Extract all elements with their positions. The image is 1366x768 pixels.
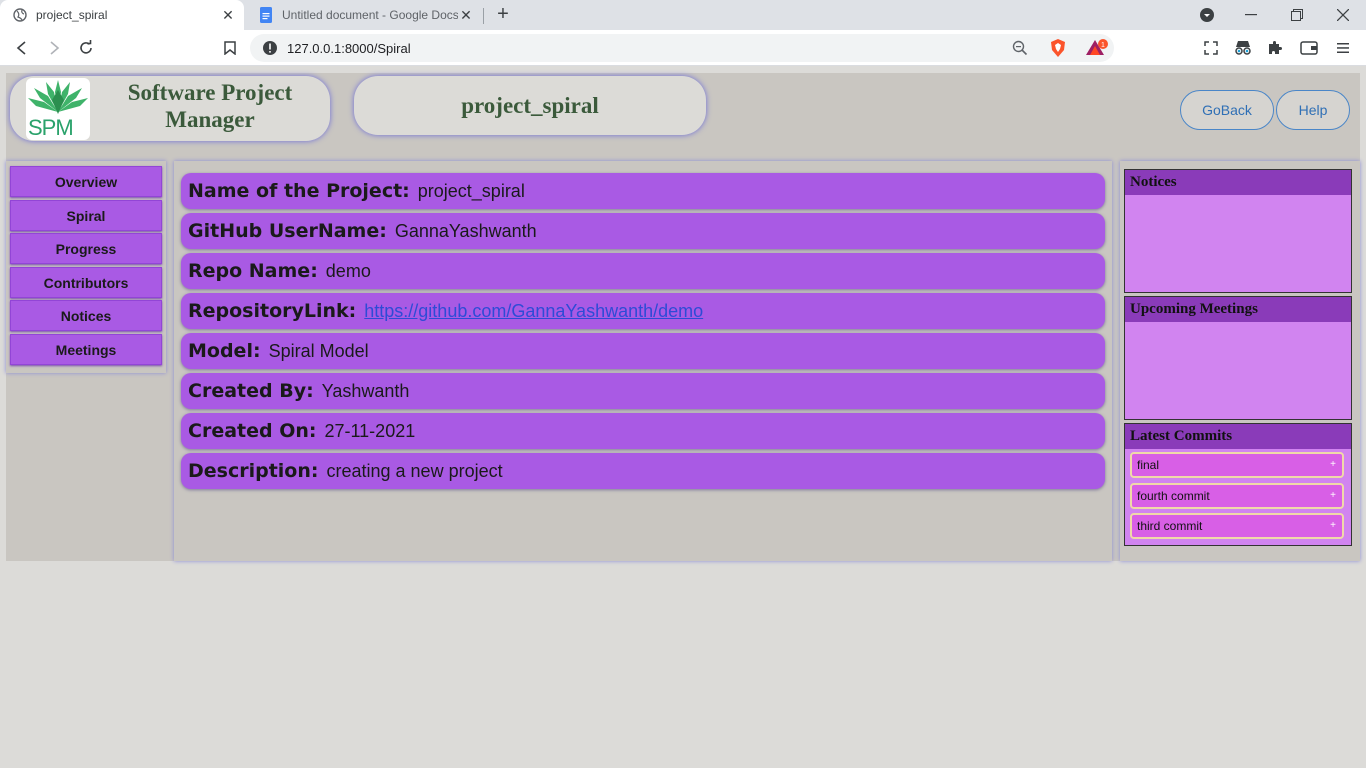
- notices-panel: Notices: [1124, 169, 1352, 293]
- browser-toolbar: 127.0.0.1:8000/Spiral 1: [0, 30, 1366, 66]
- detail-value: Spiral Model: [268, 340, 369, 361]
- goback-button[interactable]: GoBack: [1180, 90, 1274, 130]
- detail-value: GannaYashwanth: [394, 220, 537, 241]
- detail-label: RepositoryLink:: [188, 300, 357, 322]
- browser-tab-active[interactable]: project_spiral ✕: [0, 0, 244, 30]
- meetings-panel: Upcoming Meetings: [1124, 296, 1352, 420]
- app-title-line1: Software Project: [127, 80, 293, 105]
- commit-item[interactable]: fourth commit +: [1130, 483, 1344, 509]
- detail-value: project_spiral: [417, 180, 525, 201]
- close-window-button[interactable]: [1320, 0, 1366, 30]
- commit-message: fourth commit: [1137, 489, 1210, 503]
- detail-label: Model:: [188, 340, 261, 362]
- sidebar-item-spiral[interactable]: Spiral: [10, 200, 162, 231]
- reload-button[interactable]: [76, 38, 96, 58]
- commit-item[interactable]: final +: [1130, 452, 1344, 478]
- right-column: Notices Upcoming Meetings Latest Commits…: [1120, 161, 1360, 561]
- logo-text: SPM: [28, 115, 74, 140]
- repository-link[interactable]: https://github.com/GannaYashwanth/demo: [364, 301, 703, 322]
- detail-row-repository-link: RepositoryLink: https://github.com/Ganna…: [181, 293, 1105, 329]
- detail-row-github-username: GitHub UserName: GannaYashwanth: [181, 213, 1105, 249]
- bookmark-icon: [224, 41, 236, 55]
- commit-message: final: [1137, 458, 1160, 472]
- tab-title: Untitled document - Google Docs: [282, 8, 458, 22]
- rewards-badge-count: 1: [1101, 42, 1105, 49]
- incognito-extension-icon[interactable]: [1234, 39, 1252, 57]
- zoom-out-icon[interactable]: [1012, 40, 1028, 61]
- close-icon[interactable]: ✕: [220, 7, 236, 23]
- sidebar-item-meetings[interactable]: Meetings: [10, 334, 162, 365]
- app-title: Software Project Manager: [100, 79, 320, 133]
- brave-shield-icon[interactable]: [1050, 39, 1066, 62]
- sidebar: Overview Spiral Progress Contributors No…: [6, 161, 166, 373]
- back-icon: [16, 41, 26, 55]
- detail-value: demo: [325, 260, 371, 281]
- info-icon[interactable]: [262, 40, 278, 56]
- back-button[interactable]: [12, 38, 32, 58]
- detail-row-created-by: Created By: Yashwanth: [181, 373, 1105, 409]
- expand-icon[interactable]: +: [1330, 459, 1336, 470]
- detail-value: 27-11-2021: [324, 420, 416, 441]
- close-icon[interactable]: ✕: [458, 7, 474, 23]
- sidebar-item-contributors[interactable]: Contributors: [10, 267, 162, 298]
- project-name-header: project_spiral: [354, 76, 706, 135]
- commit-item[interactable]: third commit +: [1130, 513, 1344, 539]
- detail-label: Name of the Project:: [188, 180, 410, 202]
- sidebar-item-notices[interactable]: Notices: [10, 300, 162, 331]
- chevron-down-icon: [1200, 8, 1214, 22]
- detail-value: Yashwanth: [321, 380, 410, 401]
- detail-row-repo-name: Repo Name: demo: [181, 253, 1105, 289]
- notices-title: Notices: [1125, 170, 1351, 195]
- url-text[interactable]: 127.0.0.1:8000/Spiral: [287, 41, 411, 56]
- detail-label: Description:: [188, 460, 319, 482]
- detail-row-created-on: Created On: 27-11-2021: [181, 413, 1105, 449]
- commit-message: third commit: [1137, 519, 1203, 533]
- menu-icon[interactable]: [1334, 39, 1352, 57]
- new-tab-button[interactable]: +: [494, 4, 512, 24]
- lotus-logo-icon: [28, 80, 88, 114]
- page-viewport: SPM Software Project Manager project_spi…: [0, 67, 1366, 768]
- sidebar-item-progress[interactable]: Progress: [10, 233, 162, 264]
- tab-separator: [483, 8, 484, 24]
- expand-icon[interactable]: +: [1330, 490, 1336, 501]
- brave-rewards-icon[interactable]: 1: [1086, 39, 1110, 62]
- app-title-line2: Manager: [165, 107, 255, 132]
- tab-search-button[interactable]: [1184, 0, 1230, 30]
- browser-tab-docs[interactable]: Untitled document - Google Docs ✕: [246, 0, 482, 30]
- fullscreen-icon[interactable]: [1202, 39, 1220, 57]
- sidebar-item-overview[interactable]: Overview: [10, 166, 162, 197]
- help-button[interactable]: Help: [1276, 90, 1350, 130]
- detail-row-description: Description: creating a new project: [181, 453, 1105, 489]
- detail-label: Created On:: [188, 420, 317, 442]
- bookmark-button[interactable]: [220, 38, 240, 58]
- forward-button[interactable]: [44, 38, 64, 58]
- detail-label: GitHub UserName:: [188, 220, 387, 242]
- spm-logo: SPM: [26, 78, 90, 140]
- forward-icon: [50, 41, 60, 55]
- globe-icon: [12, 7, 28, 23]
- app-header-logo: SPM Software Project Manager: [10, 76, 330, 141]
- commits-panel: Latest Commits final + fourth commit + t…: [1124, 423, 1352, 546]
- wallet-icon[interactable]: [1300, 39, 1318, 57]
- detail-value: creating a new project: [326, 460, 503, 481]
- meetings-title: Upcoming Meetings: [1125, 297, 1351, 322]
- detail-row-project-name: Name of the Project: project_spiral: [181, 173, 1105, 209]
- browser-tabstrip: project_spiral ✕ Untitled document - Goo…: [0, 0, 1366, 30]
- detail-row-model: Model: Spiral Model: [181, 333, 1105, 369]
- restore-button[interactable]: [1274, 0, 1320, 30]
- app-container: SPM Software Project Manager project_spi…: [6, 73, 1360, 561]
- commits-title: Latest Commits: [1125, 424, 1351, 449]
- project-details: Name of the Project: project_spiral GitH…: [174, 161, 1112, 561]
- tab-title: project_spiral: [36, 8, 108, 22]
- detail-label: Repo Name:: [188, 260, 318, 282]
- docs-icon: [258, 7, 274, 23]
- minimize-button[interactable]: [1228, 0, 1274, 30]
- reload-icon: [80, 40, 92, 54]
- detail-label: Created By:: [188, 380, 314, 402]
- address-bar[interactable]: 127.0.0.1:8000/Spiral 1: [250, 34, 1114, 62]
- extensions-puzzle-icon[interactable]: [1266, 39, 1284, 57]
- expand-icon[interactable]: +: [1330, 520, 1336, 531]
